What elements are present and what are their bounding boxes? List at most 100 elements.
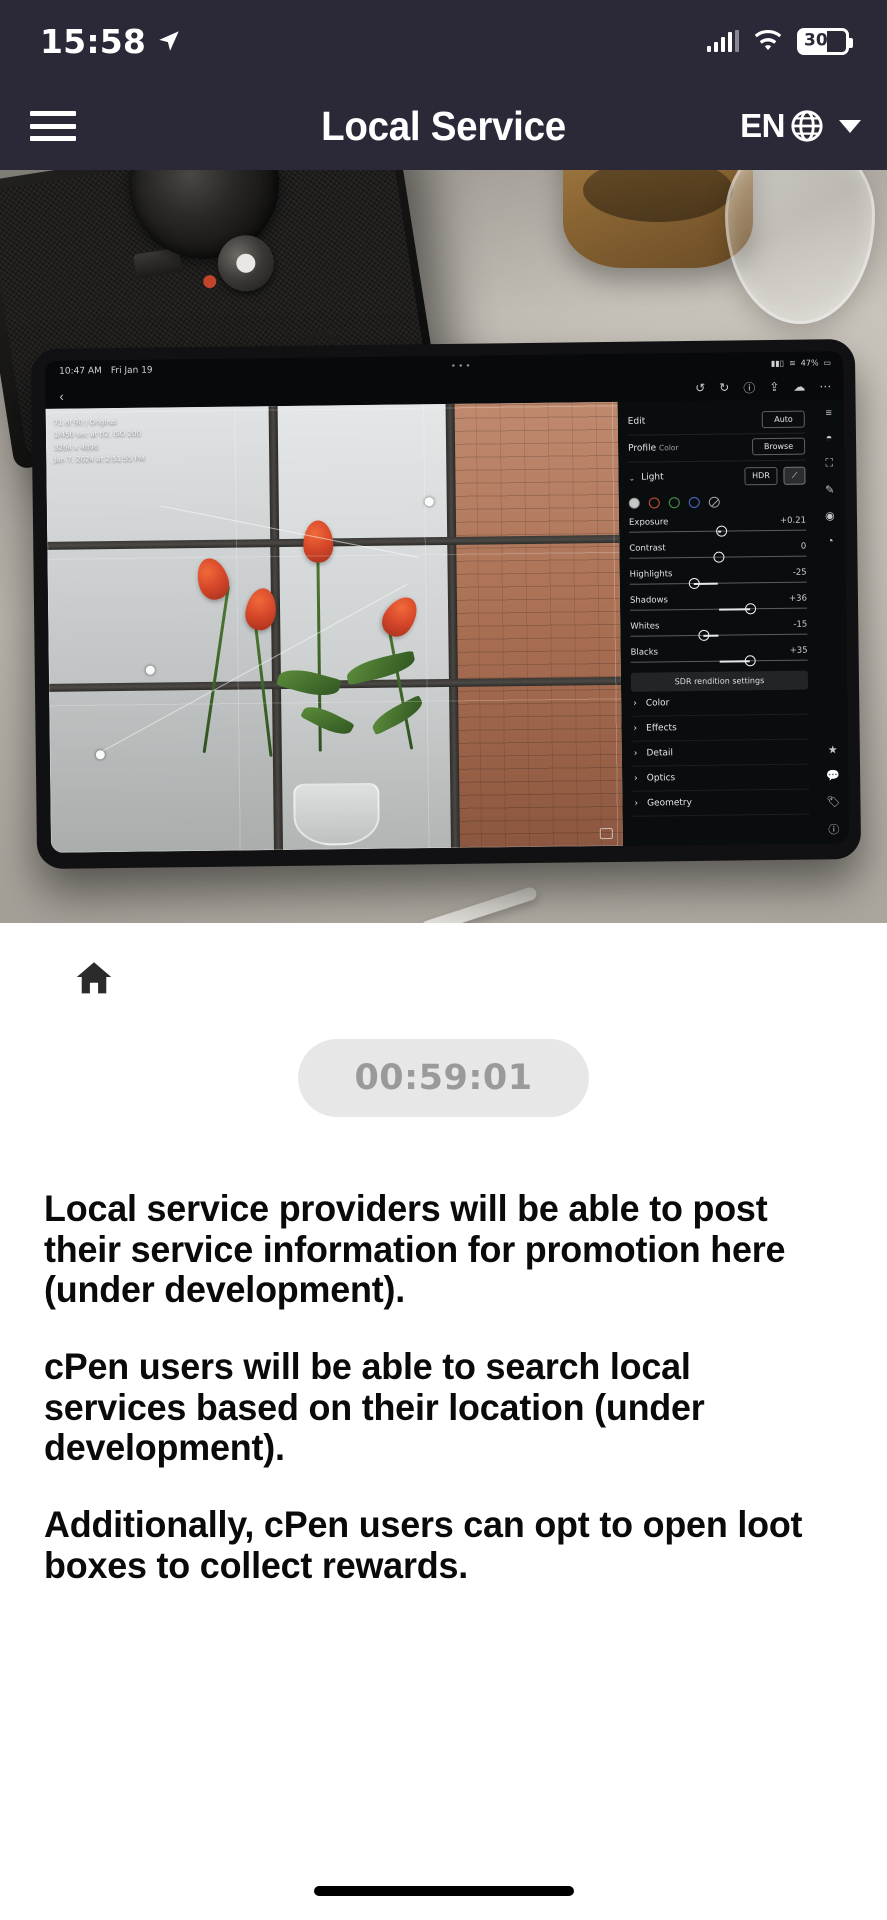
slider-row[interactable]: Whites -15 bbox=[630, 616, 808, 644]
battery-icon: 30 bbox=[797, 27, 853, 55]
section-label: Color bbox=[645, 698, 670, 709]
description-block: Local service providers will be able to … bbox=[44, 1188, 843, 1587]
timer-container: 00:59:01 bbox=[44, 1039, 843, 1117]
tone-curve-icon[interactable]: ⟋ bbox=[783, 466, 806, 485]
section-detail[interactable]: › Detail bbox=[631, 739, 809, 767]
tag-icon[interactable]: 🏷 bbox=[826, 795, 840, 808]
slider-name: Whites bbox=[630, 621, 660, 632]
section-color[interactable]: › Color bbox=[631, 689, 809, 717]
crop-tool-icon[interactable]: ⛶ bbox=[825, 457, 833, 470]
section-label: Optics bbox=[646, 773, 676, 784]
tablet-workspace: 71 of 90 | Original 1/450 sec at f/2, IS… bbox=[45, 399, 849, 853]
share-icon[interactable]: ⇪ bbox=[769, 380, 779, 394]
photo-meta-line: 1/450 sec at f/2, ISO 200 bbox=[53, 429, 141, 440]
versions-tool-icon[interactable]: ◔ bbox=[827, 535, 834, 547]
battery-level: 30 bbox=[804, 30, 828, 51]
tablet-signal-icon: ▮▮▯ bbox=[770, 358, 785, 368]
swatch-gray[interactable] bbox=[628, 497, 640, 509]
status-bar: 15:58 30 bbox=[0, 0, 887, 82]
masking-tool-icon[interactable]: ◉ bbox=[825, 509, 835, 522]
info-tool-icon[interactable]: ⓘ bbox=[828, 821, 839, 837]
hdr-button[interactable]: HDR bbox=[744, 466, 778, 486]
photo-meta-line: 71 of 90 | Original bbox=[53, 418, 118, 427]
profile-value: Color bbox=[658, 442, 679, 452]
tablet-device: 10:47 AM Fri Jan 19 ••• ▮▮▯ ≋ 47% ▭ ‹ ↺ … bbox=[30, 338, 862, 870]
slider-value: +0.21 bbox=[779, 515, 807, 526]
slider-name: Shadows bbox=[629, 595, 669, 606]
hero-image: 10:47 AM Fri Jan 19 ••• ▮▮▯ ≋ 47% ▭ ‹ ↺ … bbox=[0, 170, 887, 923]
edit-label: Edit bbox=[627, 416, 646, 427]
status-bar-left: 15:58 bbox=[40, 22, 182, 61]
healing-tool-icon[interactable]: ✎ bbox=[825, 483, 834, 496]
slider-value: +36 bbox=[788, 593, 808, 604]
edit-panel: Edit Auto Profile Color Browse ⌄ Light H… bbox=[617, 399, 819, 846]
slider-row[interactable]: Blacks +35 bbox=[630, 642, 808, 670]
light-section-header[interactable]: ⌄ Light HDR ⟋ bbox=[628, 461, 806, 492]
status-time: 15:58 bbox=[40, 21, 147, 61]
back-icon[interactable]: ‹ bbox=[59, 388, 64, 403]
slider-value: +35 bbox=[789, 645, 808, 656]
chevron-right-icon: › bbox=[634, 798, 639, 809]
tool-rail: ≡ ◓ ⛶ ✎ ◉ ◔ ★ 💬 🏷 ⓘ bbox=[813, 399, 849, 844]
profile-group: Profile Color bbox=[628, 443, 679, 454]
location-arrow-icon bbox=[159, 31, 179, 51]
chevron-right-icon: › bbox=[634, 773, 638, 784]
slider-row[interactable]: Highlights -25 bbox=[630, 564, 807, 592]
tablet-battery-icon: ▭ bbox=[823, 357, 832, 367]
slider-value: -25 bbox=[792, 567, 807, 578]
swatch-red[interactable] bbox=[648, 497, 660, 509]
home-indicator[interactable] bbox=[313, 1886, 574, 1896]
tablet-time: 10:47 AM bbox=[59, 366, 102, 377]
presets-tool-icon[interactable]: ◓ bbox=[826, 432, 833, 444]
rating-star-icon[interactable]: ★ bbox=[828, 743, 838, 756]
slider-row[interactable]: Exposure +0.21 bbox=[628, 512, 807, 540]
browse-button[interactable]: Browse bbox=[751, 437, 806, 456]
chevron-down-icon bbox=[839, 119, 861, 133]
tablet-date: Fri Jan 19 bbox=[110, 365, 153, 377]
slider-name: Exposure bbox=[628, 517, 669, 528]
section-optics[interactable]: › Optics bbox=[632, 764, 810, 792]
cloud-icon[interactable]: ☁ bbox=[793, 380, 805, 394]
home-breadcrumb[interactable] bbox=[44, 923, 843, 995]
section-geometry[interactable]: › Geometry bbox=[632, 789, 810, 817]
slider-list: Exposure +0.21 Contrast 0 Highlights -25… bbox=[629, 512, 808, 670]
tablet-screen: 10:47 AM Fri Jan 19 ••• ▮▮▯ ≋ 47% ▭ ‹ ↺ … bbox=[44, 351, 849, 853]
slider-row[interactable]: Contrast 0 bbox=[629, 538, 807, 566]
photo-canvas: 71 of 90 | Original 1/450 sec at f/2, IS… bbox=[45, 401, 623, 853]
swatch-green[interactable] bbox=[668, 497, 680, 509]
tablet-battery-level: 47% bbox=[800, 357, 819, 368]
paragraph: cPen users will be able to search local … bbox=[44, 1346, 705, 1469]
section-effects[interactable]: › Effects bbox=[631, 714, 809, 742]
slider-value: 0 bbox=[800, 541, 807, 552]
undo-icon[interactable]: ↺ bbox=[695, 381, 705, 395]
photo-meta-line: Jan 7, 2024 at 2:51:55 PM bbox=[54, 454, 145, 464]
photo-compare-icon[interactable] bbox=[599, 827, 613, 840]
section-label: Geometry bbox=[647, 798, 693, 809]
tablet-multitask-icon: ••• bbox=[450, 361, 473, 372]
paragraph: Local service providers will be able to … bbox=[44, 1188, 786, 1311]
profile-label: Profile bbox=[628, 442, 657, 454]
slider-value: -15 bbox=[793, 619, 808, 630]
app-header: Local Service EN bbox=[0, 82, 887, 170]
main-content: 00:59:01 Local service providers will be… bbox=[0, 923, 887, 1587]
home-icon[interactable] bbox=[74, 959, 114, 995]
countdown-timer: 00:59:01 bbox=[298, 1039, 589, 1117]
redo-icon[interactable]: ↻ bbox=[719, 381, 729, 395]
language-selector[interactable]: EN bbox=[740, 107, 861, 145]
swatch-blue[interactable] bbox=[688, 496, 700, 509]
auto-button[interactable]: Auto bbox=[762, 410, 805, 429]
light-label: Light bbox=[641, 472, 664, 483]
more-icon[interactable]: ⋯ bbox=[819, 379, 831, 393]
swatch-none[interactable] bbox=[708, 496, 720, 508]
language-label: EN bbox=[740, 107, 785, 144]
globe-icon bbox=[791, 110, 823, 142]
chevron-right-icon: › bbox=[633, 723, 638, 734]
hamburger-menu-icon[interactable] bbox=[30, 109, 76, 143]
comment-icon[interactable]: 💬 bbox=[826, 769, 840, 782]
slider-row[interactable]: Shadows +36 bbox=[629, 590, 808, 618]
paragraph: Additionally, cPen users can opt to open… bbox=[44, 1504, 803, 1586]
page-title: Local Service bbox=[321, 102, 566, 149]
info-icon[interactable]: ⓘ bbox=[743, 379, 755, 396]
sliders-tool-icon[interactable]: ≡ bbox=[825, 407, 832, 419]
sdr-rendition-button[interactable]: SDR rendition settings bbox=[630, 670, 809, 692]
